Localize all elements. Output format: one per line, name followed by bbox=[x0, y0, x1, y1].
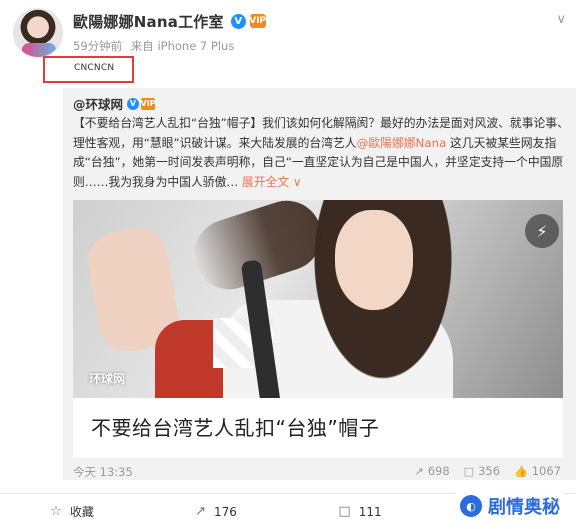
comment-count: 111 bbox=[358, 504, 382, 519]
repost-comment-stat[interactable]: □ 356 bbox=[464, 464, 500, 478]
comment-icon: □ bbox=[463, 464, 475, 478]
brand-logo: ◐ 剧情奥秘 bbox=[456, 491, 564, 521]
repost-mention[interactable]: @歐陽娜娜Nana bbox=[357, 136, 447, 150]
avatar-decoration bbox=[22, 43, 56, 57]
username[interactable]: 歐陽娜娜Nana工作室 bbox=[73, 11, 224, 32]
image-watermark: 环球网 bbox=[89, 372, 126, 386]
reposted-content[interactable]: @环球网 V VIP 【不要给台湾艺人乱扣“台独”帽子】我们该如何化解隔阂？最好… bbox=[63, 88, 576, 480]
chevron-down-icon[interactable]: ∨ bbox=[556, 12, 566, 27]
repost-verified-icon: V bbox=[127, 97, 140, 110]
repost-vip-icon: VIP bbox=[140, 97, 156, 110]
article-card[interactable]: 环球网 ⚡ 不要给台湾艺人乱扣“台独”帽子 bbox=[73, 200, 563, 458]
like-icon: 👍 bbox=[514, 464, 528, 478]
verified-icon: V bbox=[230, 13, 246, 29]
brand-text: 剧情奥秘 bbox=[488, 497, 560, 518]
article-title[interactable]: 不要给台湾艺人乱扣“台独”帽子 bbox=[91, 412, 379, 441]
brand-mark-icon: ◐ bbox=[460, 495, 482, 517]
favorite-label: 收藏 bbox=[69, 505, 94, 519]
comment-icon: □ bbox=[338, 504, 351, 519]
repost-time: 今天 13:35 bbox=[73, 465, 133, 479]
repost-share-stat[interactable]: ↗ 698 bbox=[414, 464, 449, 478]
username-row: 歐陽娜娜Nana工作室 V VIP bbox=[73, 10, 266, 32]
repost-comment-count: 356 bbox=[478, 464, 501, 478]
repost-stats: ↗ 698 □ 356 👍 1067 bbox=[414, 464, 561, 478]
lightning-icon[interactable]: ⚡ bbox=[525, 214, 559, 248]
repost-like-stat[interactable]: 👍 1067 bbox=[514, 464, 561, 478]
expand-full-text[interactable]: 展开全文 ∨ bbox=[242, 175, 302, 189]
post-source: 来自 iPhone 7 Plus bbox=[130, 39, 235, 53]
share-icon: ↗ bbox=[414, 464, 424, 478]
avatar[interactable] bbox=[13, 8, 63, 58]
repost-count: 176 bbox=[214, 504, 237, 519]
post-time[interactable]: 59分钟前 bbox=[73, 39, 122, 53]
star-icon: ☆ bbox=[50, 504, 62, 519]
comment-button[interactable]: □ 111 bbox=[288, 504, 432, 519]
repost-author-row: @环球网 V VIP bbox=[73, 94, 156, 113]
article-image[interactable]: 环球网 ⚡ bbox=[73, 200, 563, 398]
image-face bbox=[335, 210, 413, 310]
repost-like-count: 1067 bbox=[531, 464, 561, 478]
vip-icon: VIP bbox=[249, 14, 267, 28]
repost-button[interactable]: ↗ 176 bbox=[144, 504, 288, 519]
repost-icon: ↗ bbox=[195, 504, 206, 519]
repost-author[interactable]: @环球网 bbox=[73, 94, 123, 113]
favorite-button[interactable]: ☆ 收藏 bbox=[0, 503, 144, 520]
post-text: CNCNCN bbox=[74, 63, 115, 73]
post-meta: 59分钟前 来自 iPhone 7 Plus bbox=[73, 38, 239, 54]
repost-body: 【不要给台湾艺人乱扣“台独”帽子】我们该如何化解隔阂？最好的办法是面对风波、就事… bbox=[73, 114, 573, 192]
repost-share-count: 698 bbox=[427, 464, 450, 478]
